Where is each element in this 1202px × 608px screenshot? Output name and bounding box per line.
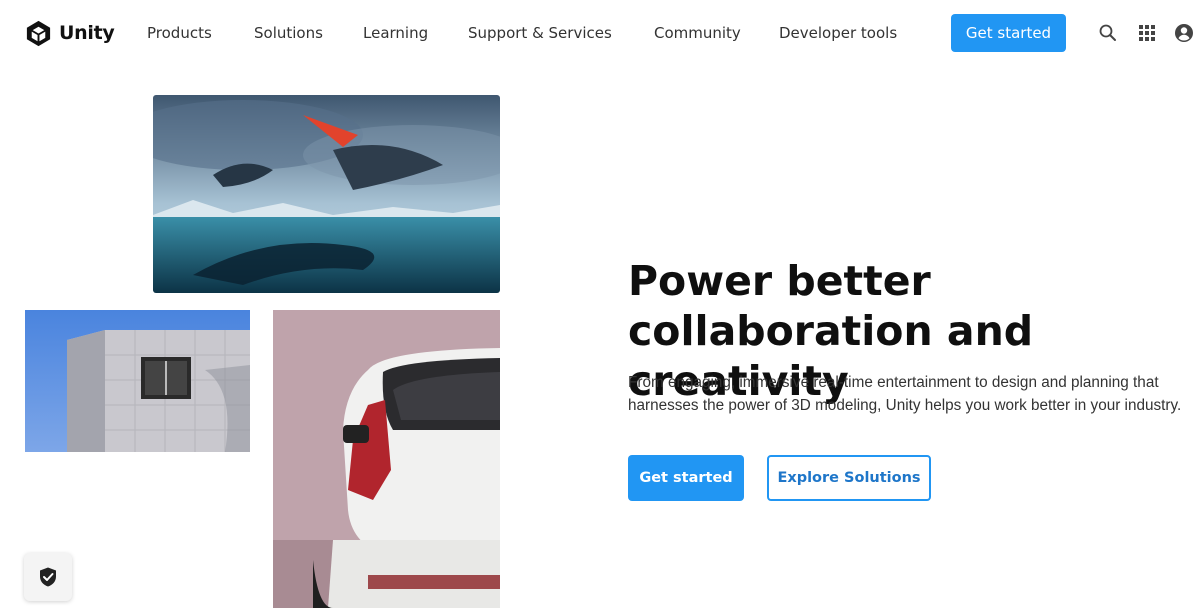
unity-cube-icon	[26, 20, 51, 46]
account-icon[interactable]	[1174, 23, 1194, 43]
nav-item-solutions[interactable]: Solutions	[254, 24, 323, 42]
white-car-image	[273, 310, 500, 608]
building-architecture-image	[25, 310, 250, 452]
nav-item-developer-tools[interactable]: Developer tools	[779, 24, 897, 42]
hero-description: From engaging, immersive real-time enter…	[628, 374, 1182, 414]
unity-logo[interactable]: Unity	[24, 17, 115, 49]
get-started-button[interactable]: Get started	[628, 455, 744, 501]
privacy-settings-button[interactable]	[24, 553, 72, 601]
nav-item-learning[interactable]: Learning	[363, 24, 428, 42]
apps-grid-icon[interactable]	[1137, 23, 1157, 43]
nav-item-products[interactable]: Products	[147, 24, 212, 42]
search-icon[interactable]	[1098, 23, 1118, 43]
brand-name: Unity	[59, 22, 115, 44]
nav-item-support-services[interactable]: Support & Services	[468, 24, 612, 42]
nav-get-started-button[interactable]: Get started	[951, 14, 1066, 52]
explore-solutions-button[interactable]: Explore Solutions	[767, 455, 931, 501]
underwater-game-image	[153, 95, 500, 293]
top-navigation: Unity Products Solutions Learning Suppor…	[0, 0, 1202, 66]
nav-item-community[interactable]: Community	[654, 24, 741, 42]
shield-check-icon	[40, 567, 56, 587]
